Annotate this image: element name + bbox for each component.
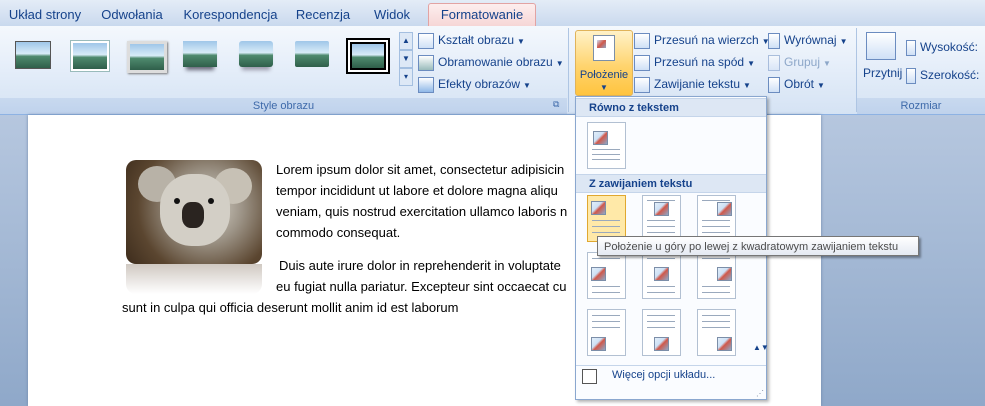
chevron-down-icon: ▼ <box>600 83 608 92</box>
width-icon <box>906 67 916 84</box>
paragraph-line: Duis aute irure dolor in reprehenderit i… <box>279 258 561 273</box>
ribbon-separator <box>568 28 569 112</box>
position-inline-option[interactable] <box>587 122 626 169</box>
wrap-section-header: Z zawijaniem tekstu <box>576 174 766 193</box>
width-field[interactable]: Szerokość: <box>906 66 979 84</box>
position-icon <box>593 35 615 61</box>
resize-grip-icon[interactable]: ⋰ <box>756 389 764 398</box>
dropdown-scroll-icon[interactable]: ▲▼ <box>753 343 769 352</box>
position-middle-right-option[interactable] <box>697 252 736 299</box>
tooltip: Położenie u góry po lewej z kwadratowym … <box>597 236 919 256</box>
position-middle-center-option[interactable] <box>642 252 681 299</box>
tab-page-layout[interactable]: Układ strony <box>0 4 90 25</box>
position-bottom-center-option[interactable] <box>642 309 681 356</box>
group-button[interactable]: Grupuj ▼ <box>768 53 831 71</box>
picture-reflection <box>126 264 262 294</box>
crop-button[interactable]: Przytnij <box>863 64 902 82</box>
shape-icon <box>418 32 434 49</box>
picture-style-5[interactable] <box>236 38 276 72</box>
dialog-launcher-icon[interactable]: ⧉ <box>553 99 559 110</box>
gallery-down-button[interactable]: ▼ <box>399 50 413 68</box>
tab-mailings[interactable]: Korespondencja <box>178 4 283 25</box>
picture-effects-button[interactable]: Efekty obrazów ▼ <box>418 75 531 93</box>
tab-view[interactable]: Widok <box>363 4 421 25</box>
picture-styles-group-label: Style obrazu <box>0 98 567 114</box>
ribbon: ▲ ▼ ▾ Kształt obrazu ▼ Obramowanie obrazu… <box>0 26 985 115</box>
gallery-up-button[interactable]: ▲ <box>399 32 413 50</box>
align-button[interactable]: Wyrównaj ▼ <box>768 31 848 49</box>
picture-style-2[interactable] <box>68 38 109 72</box>
tab-review[interactable]: Recenzja <box>290 4 356 25</box>
size-group-label: Rozmiar <box>857 98 985 114</box>
more-layout-options[interactable]: Więcej opcji układu... <box>576 365 766 386</box>
position-top-left-option[interactable] <box>587 195 626 242</box>
height-field[interactable]: Wysokość: <box>906 38 978 56</box>
picture-style-7[interactable] <box>346 38 390 74</box>
paragraph-line: sunt in culpa qui officia deserunt molli… <box>122 300 459 315</box>
koala-picture[interactable] <box>126 160 262 264</box>
picture-shape-button[interactable]: Kształt obrazu ▼ <box>418 31 525 49</box>
effects-icon <box>418 76 434 93</box>
border-icon <box>418 54 434 71</box>
picture-style-4[interactable] <box>180 38 220 72</box>
paragraph-line: commodo consequat. <box>276 225 401 240</box>
paragraph-line: Lorem ipsum dolor sit amet, consectetur … <box>276 162 565 177</box>
position-top-right-option[interactable] <box>697 195 736 242</box>
position-top-center-option[interactable] <box>642 195 681 242</box>
picture-style-6[interactable] <box>292 38 332 72</box>
paragraph-line: veniam, quis nostrud exercitation ullamc… <box>276 204 568 219</box>
wrap-icon <box>634 76 650 93</box>
ribbon-tab-bar: Układ strony Odwołania Korespondencja Re… <box>0 0 985 27</box>
crop-icon <box>866 32 896 60</box>
bring-to-front-button[interactable]: Przesuń na wierzch ▼ <box>634 31 770 49</box>
text-wrap-button[interactable]: Zawijanie tekstu ▼ <box>634 75 751 93</box>
picture-border-button[interactable]: Obramowanie obrazu ▼ <box>418 53 564 71</box>
align-icon <box>768 32 780 49</box>
position-middle-left-option[interactable] <box>587 252 626 299</box>
position-bottom-right-option[interactable] <box>697 309 736 356</box>
paragraph-line: tempor incididunt ut labore et dolore ma… <box>276 183 558 198</box>
position-button[interactable]: Położenie ▼ <box>575 30 633 96</box>
picture-style-3[interactable] <box>124 38 167 73</box>
rotate-icon <box>768 76 780 93</box>
tab-format[interactable]: Formatowanie <box>428 3 536 26</box>
paragraph-line: eu fugiat nulla pariatur. Excepteur sint… <box>276 279 567 294</box>
gallery-more-button[interactable]: ▾ <box>399 68 413 86</box>
position-bottom-left-option[interactable] <box>587 309 626 356</box>
height-icon <box>906 39 916 56</box>
group-icon <box>768 54 780 71</box>
rotate-button[interactable]: Obrót ▼ <box>768 75 825 93</box>
send-back-icon <box>634 54 650 71</box>
inline-section-header: Równo z tekstem <box>576 98 766 117</box>
send-to-back-button[interactable]: Przesuń na spód ▼ <box>634 53 755 71</box>
picture-style-1[interactable] <box>12 38 52 72</box>
tab-references[interactable]: Odwołania <box>92 4 172 25</box>
bring-front-icon <box>634 32 650 49</box>
layout-options-icon <box>582 369 597 384</box>
